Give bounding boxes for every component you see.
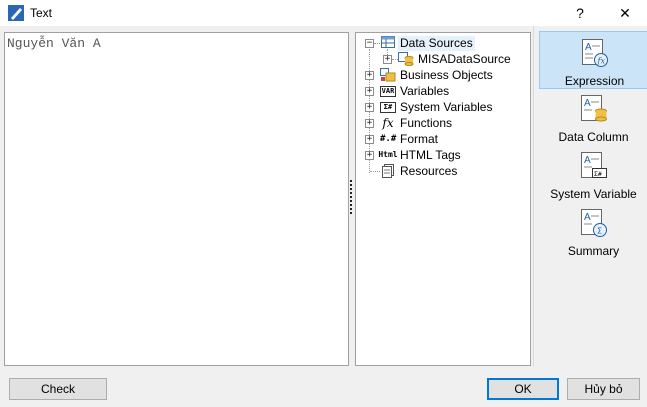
expand-icon[interactable]: + bbox=[365, 87, 374, 96]
summary-button[interactable]: AΣ Summary bbox=[539, 202, 647, 260]
text-editor-app-icon bbox=[8, 5, 24, 21]
tree-item-label: Resources bbox=[400, 164, 458, 178]
help-button[interactable]: ? bbox=[562, 0, 598, 26]
insert-type-panel: Afx Expression A Data Column A Σ# System … bbox=[533, 26, 647, 366]
tree-item-format[interactable]: + #.# Format bbox=[356, 132, 526, 147]
variable-icon: VAR bbox=[380, 86, 396, 97]
tree-item-html-tags[interactable]: + Html HTML Tags bbox=[356, 148, 526, 163]
cancel-button[interactable]: Hủy bỏ bbox=[567, 378, 640, 400]
tree-item-label: HTML Tags bbox=[400, 148, 461, 162]
expand-icon[interactable]: + bbox=[365, 135, 374, 144]
tree-item-label: Business Objects bbox=[400, 68, 493, 82]
tree-item-label: Functions bbox=[400, 116, 453, 130]
format-icon: #.# bbox=[380, 134, 397, 144]
expand-icon[interactable]: + bbox=[383, 55, 392, 64]
expand-icon[interactable]: + bbox=[365, 71, 374, 80]
tree-item-label: System Variables bbox=[400, 100, 493, 114]
function-icon: fx bbox=[382, 116, 394, 130]
tree-item-label: Data Sources bbox=[398, 36, 475, 51]
expression-button[interactable]: Afx Expression bbox=[539, 31, 647, 89]
svg-text:Σ: Σ bbox=[597, 227, 602, 236]
expression-label: Expression bbox=[564, 74, 625, 88]
expand-icon[interactable]: + bbox=[365, 151, 374, 160]
data-column-label: Data Column bbox=[558, 130, 629, 144]
expand-icon[interactable]: + bbox=[365, 103, 374, 112]
svg-text:A: A bbox=[584, 212, 591, 223]
business-objects-icon bbox=[380, 68, 396, 82]
collapse-icon[interactable]: − bbox=[365, 39, 374, 48]
system-variable-label: System Variable bbox=[550, 187, 637, 201]
svg-text:A: A bbox=[585, 42, 592, 53]
tree-item-data-sources[interactable]: − Data Sources bbox=[356, 36, 526, 51]
svg-text:A: A bbox=[584, 155, 591, 166]
system-variable-icon: A Σ# bbox=[580, 151, 608, 181]
table-icon bbox=[380, 36, 396, 50]
expression-text[interactable]: Nguyễn Văn A bbox=[7, 36, 101, 51]
tree-item-functions[interactable]: + fx Functions bbox=[356, 116, 526, 131]
splitter-handle[interactable] bbox=[350, 180, 353, 218]
svg-text:A: A bbox=[584, 98, 591, 109]
tree-item-variables[interactable]: + VAR Variables bbox=[356, 84, 526, 99]
tree-item-label: Format bbox=[400, 132, 439, 146]
expand-icon[interactable]: + bbox=[365, 119, 374, 128]
ok-button[interactable]: OK bbox=[487, 378, 559, 400]
title-bar: Text ? ✕ bbox=[0, 0, 647, 26]
summary-icon: AΣ bbox=[580, 208, 608, 238]
data-tree[interactable]: − Data Sources + MISADataSource + Busine… bbox=[355, 32, 531, 366]
tree-item-system-variables[interactable]: + Σ# System Variables bbox=[356, 100, 526, 115]
data-column-button[interactable]: A Data Column bbox=[539, 88, 647, 146]
tree-item-label: Variables bbox=[400, 84, 450, 98]
tree-item-resources[interactable]: Resources bbox=[356, 164, 526, 179]
summary-label: Summary bbox=[567, 244, 620, 258]
tree-item-business-objects[interactable]: + Business Objects bbox=[356, 68, 526, 83]
html-icon: Html bbox=[378, 150, 398, 159]
system-variable-icon: Σ# bbox=[380, 102, 396, 113]
expression-icon: Afx bbox=[581, 38, 609, 68]
database-icon bbox=[398, 52, 414, 66]
close-button[interactable]: ✕ bbox=[607, 0, 643, 26]
data-column-icon: A bbox=[580, 94, 608, 124]
resources-icon bbox=[380, 164, 396, 178]
svg-text:Σ#: Σ# bbox=[594, 170, 602, 178]
expression-editor[interactable]: Nguyễn Văn A bbox=[4, 32, 349, 366]
window-title: Text bbox=[30, 6, 53, 20]
tree-item-label: MISADataSource bbox=[418, 52, 511, 66]
check-button[interactable]: Check bbox=[9, 378, 107, 400]
svg-text:fx: fx bbox=[597, 57, 606, 66]
tree-item-misadatasource[interactable]: + MISADataSource bbox=[356, 52, 526, 67]
system-variable-button[interactable]: A Σ# System Variable bbox=[539, 145, 647, 203]
